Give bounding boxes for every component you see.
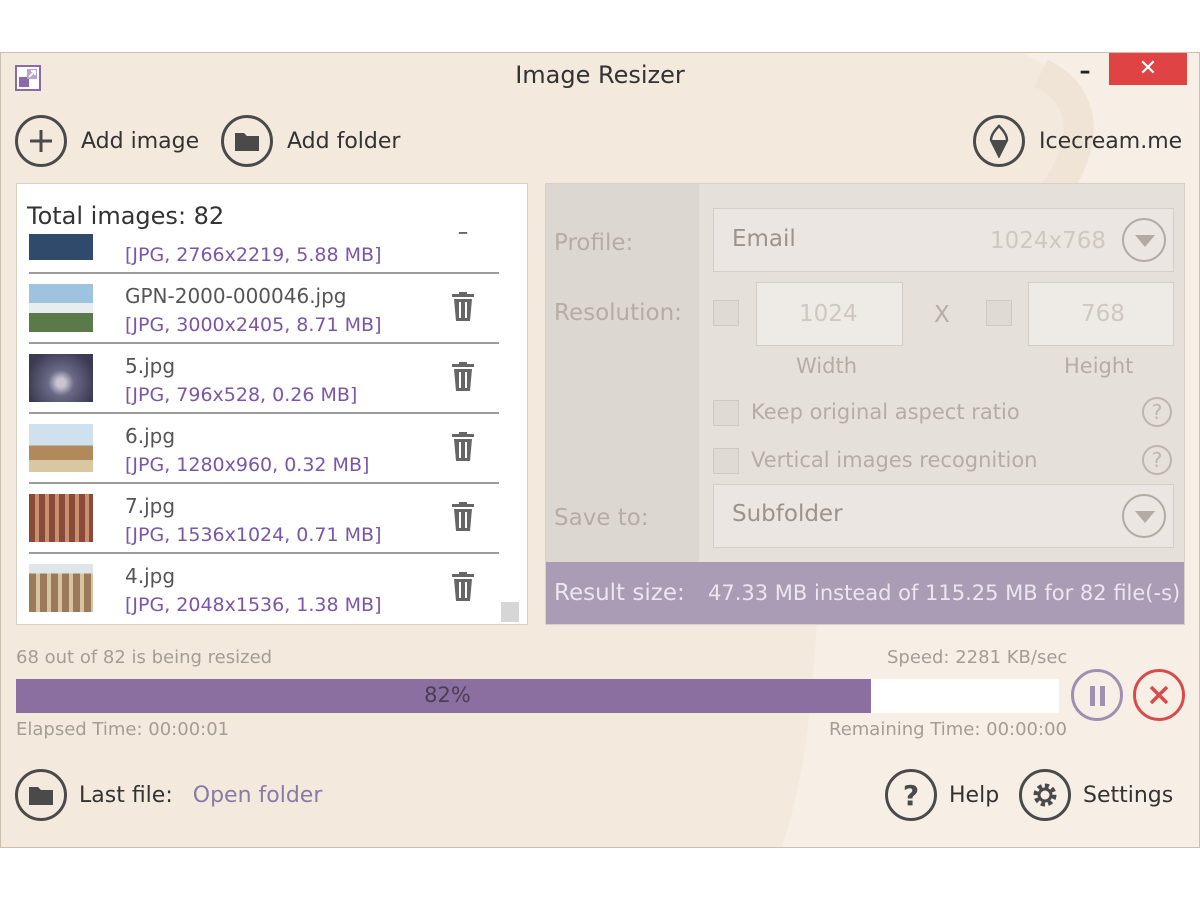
profile-value: Email — [732, 226, 796, 252]
profile-label: Profile: — [554, 230, 634, 256]
image-thumbnail — [29, 234, 93, 260]
image-thumbnail — [29, 494, 93, 542]
result-size-bar: Result size: 47.33 MB instead of 115.25 … — [546, 562, 1184, 624]
window-title: Image Resizer — [515, 61, 685, 89]
add-image-label: Add image — [81, 128, 200, 154]
help-icon: ? — [885, 769, 937, 821]
list-item[interactable]: [JPG, 2766x2219, 5.88 MB] — [29, 232, 499, 274]
icecream-logo-icon — [973, 115, 1025, 167]
image-filename: 5.jpg — [125, 354, 176, 378]
trash-icon[interactable] — [451, 432, 475, 462]
width-input[interactable]: 1024 — [756, 282, 903, 346]
help-button[interactable]: ? Help — [885, 769, 999, 821]
list-item[interactable]: 6.jpg [JPG, 1280x960, 0.32 MB] — [29, 414, 499, 484]
height-checkbox[interactable] — [986, 300, 1012, 326]
brand-label: Icecream.me — [1039, 128, 1183, 154]
close-window-button[interactable]: ✕ — [1109, 53, 1187, 85]
folder-icon — [221, 115, 273, 167]
trash-icon[interactable] — [451, 232, 475, 246]
list-item[interactable]: 7.jpg [JPG, 1536x1024, 0.71 MB] — [29, 484, 499, 554]
save-to-dropdown[interactable]: Subfolder — [713, 484, 1174, 548]
image-info: [JPG, 2048x1536, 1.38 MB] — [125, 594, 382, 616]
image-thumbnail — [29, 424, 93, 472]
elapsed-time: Elapsed Time: 00:00:01 — [16, 719, 230, 740]
profile-size: 1024x768 — [990, 228, 1107, 254]
image-info: [JPG, 3000x2405, 8.71 MB] — [125, 314, 382, 336]
trash-icon[interactable] — [451, 292, 475, 322]
result-size-label: Result size: — [554, 580, 685, 606]
trash-icon[interactable] — [451, 502, 475, 532]
icecream-link[interactable]: Icecream.me — [973, 115, 1182, 167]
speed-readout: Speed: 2281 KB/sec — [887, 647, 1068, 668]
width-checkbox[interactable] — [713, 300, 739, 326]
height-value: 768 — [1081, 301, 1125, 327]
progress-status: 68 out of 82 is being resized — [16, 647, 273, 668]
vertical-recognition-label: Vertical images recognition — [751, 448, 1038, 472]
resolution-label: Resolution: — [554, 300, 682, 326]
app-window: Image Resizer – ✕ Add image Add folder I… — [0, 52, 1200, 848]
last-file-label: Last file: — [79, 782, 173, 808]
image-list-panel: Total images: 82 [JPG, 2766x2219, 5.88 M… — [16, 183, 528, 625]
image-filename: 7.jpg — [125, 494, 176, 518]
help-label: Help — [949, 782, 1000, 808]
minimize-button[interactable]: – — [1063, 59, 1107, 89]
result-size-text: 47.33 MB instead of 115.25 MB for 82 fil… — [708, 581, 1181, 605]
progress-percent: 82% — [424, 683, 471, 707]
width-caption: Width — [796, 354, 858, 378]
vertical-recognition-help-icon[interactable]: ? — [1142, 445, 1172, 475]
keep-aspect-checkbox[interactable] — [713, 400, 739, 426]
image-thumbnail — [29, 564, 93, 612]
image-list[interactable]: [JPG, 2766x2219, 5.88 MB] GPN-2000-00004… — [29, 232, 499, 624]
plus-icon — [15, 115, 67, 167]
save-to-value: Subfolder — [732, 501, 843, 527]
list-item[interactable]: 5.jpg [JPG, 796x528, 0.26 MB] — [29, 344, 499, 414]
add-image-button[interactable]: Add image — [15, 115, 199, 167]
height-caption: Height — [1064, 354, 1134, 378]
list-scrollbar[interactable] — [501, 602, 519, 622]
settings-label: Settings — [1083, 782, 1174, 808]
keep-aspect-help-icon[interactable]: ? — [1142, 397, 1172, 427]
profile-dropdown[interactable]: Email 1024x768 — [713, 208, 1174, 272]
image-filename: 4.jpg — [125, 564, 176, 588]
image-thumbnail — [29, 284, 93, 332]
settings-panel: Profile: Email 1024x768 Resolution: 1024… — [545, 183, 1185, 625]
image-thumbnail — [29, 354, 93, 402]
folder-icon — [15, 769, 67, 821]
last-file-folder-button[interactable]: Last file: Open folder — [15, 769, 322, 821]
add-folder-button[interactable]: Add folder — [221, 115, 400, 167]
image-filename: GPN-2000-000046.jpg — [125, 284, 347, 308]
remaining-time: Remaining Time: 00:00:00 — [829, 719, 1067, 740]
progress-bar: 82% — [16, 679, 1059, 713]
add-folder-label: Add folder — [287, 128, 401, 154]
image-info: [JPG, 796x528, 0.26 MB] — [125, 384, 358, 406]
height-input[interactable]: 768 — [1028, 282, 1174, 346]
trash-icon[interactable] — [451, 572, 475, 602]
resolution-separator: X — [934, 302, 950, 328]
open-folder-link[interactable]: Open folder — [193, 783, 323, 808]
save-to-label: Save to: — [554, 505, 649, 531]
settings-button[interactable]: Settings — [1019, 769, 1173, 821]
pause-button[interactable] — [1071, 669, 1123, 721]
image-info: [JPG, 1536x1024, 0.71 MB] — [125, 524, 382, 546]
image-info: [JPG, 2766x2219, 5.88 MB] — [125, 244, 382, 266]
close-icon — [1149, 685, 1169, 705]
image-filename: 6.jpg — [125, 424, 176, 448]
chevron-down-icon[interactable] — [1122, 218, 1166, 262]
trash-icon[interactable] — [451, 362, 475, 392]
keep-aspect-label: Keep original aspect ratio — [751, 400, 1020, 424]
chevron-down-icon[interactable] — [1122, 494, 1166, 538]
total-images-count: Total images: 82 — [27, 202, 225, 230]
list-item[interactable]: 4.jpg [JPG, 2048x1536, 1.38 MB] — [29, 554, 499, 624]
width-value: 1024 — [799, 301, 858, 327]
list-item[interactable]: GPN-2000-000046.jpg [JPG, 3000x2405, 8.7… — [29, 274, 499, 344]
cancel-button[interactable] — [1133, 669, 1185, 721]
vertical-recognition-checkbox[interactable] — [713, 448, 739, 474]
image-info: [JPG, 1280x960, 0.32 MB] — [125, 454, 370, 476]
gear-icon — [1019, 769, 1071, 821]
